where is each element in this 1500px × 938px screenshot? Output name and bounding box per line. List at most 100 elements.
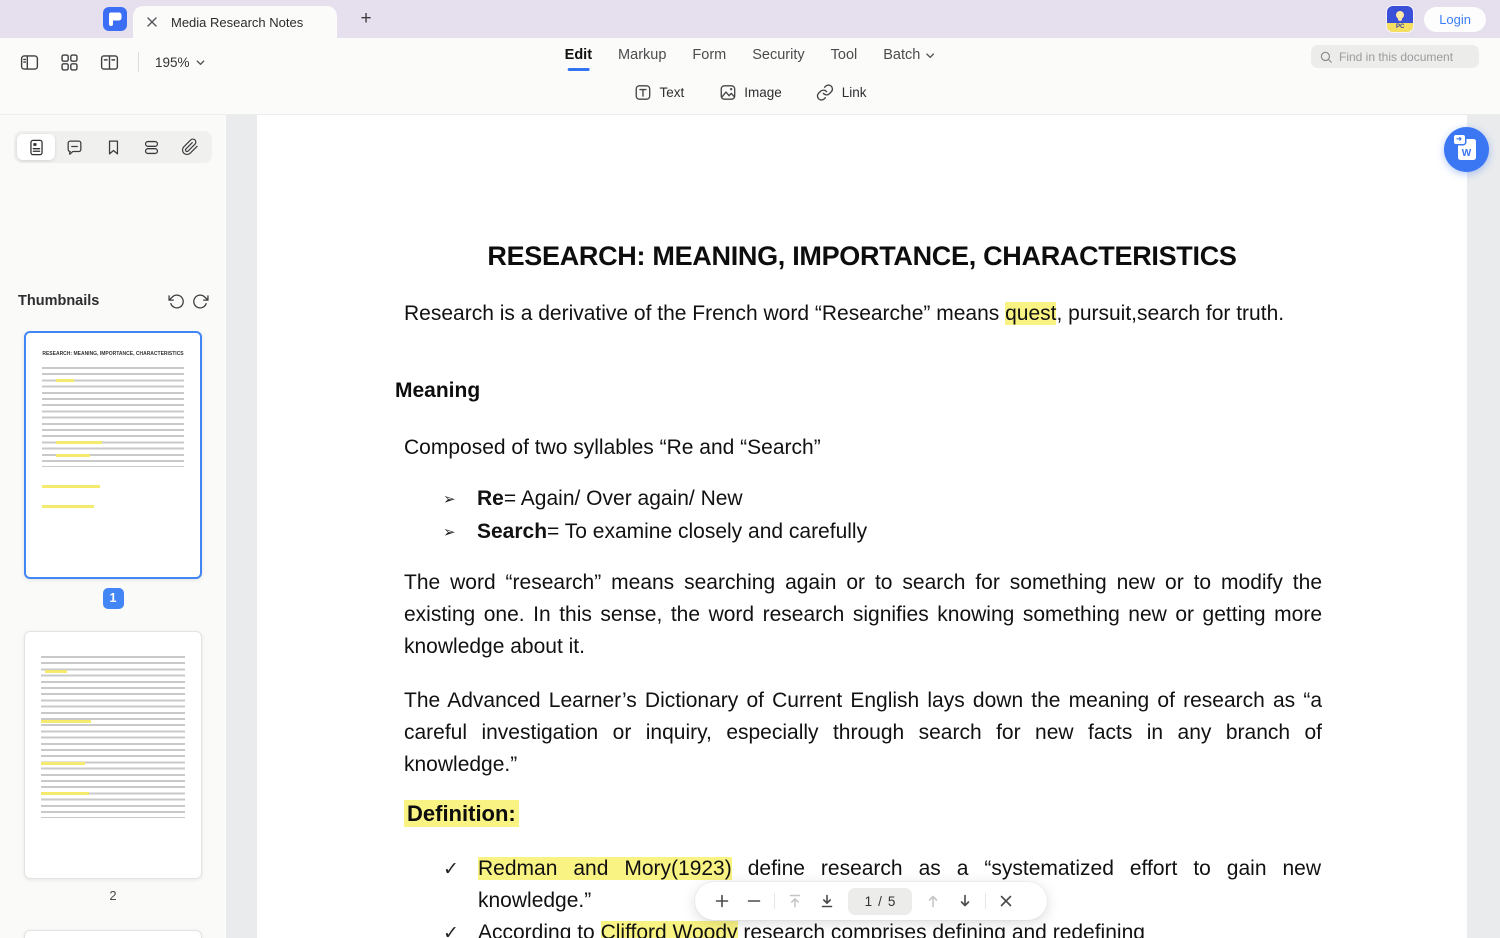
two-page-view-button[interactable]: [94, 47, 124, 77]
pager-divider: [774, 893, 775, 909]
view-controls: 195%: [14, 47, 208, 77]
attachments-panel-button[interactable]: [171, 134, 209, 160]
active-tab-underline: [567, 68, 589, 71]
link-tool-icon: [816, 83, 835, 102]
arrow-up-to-line-icon: [787, 893, 803, 909]
new-tab-button[interactable]: +: [356, 9, 376, 29]
paragraph-word-research[interactable]: The word “research” means searching agai…: [404, 567, 1322, 663]
bullet-re[interactable]: ➢ Re= Again/ Over again/ New: [443, 483, 743, 515]
app-window: Media Research Notes + PC Login 195%: [0, 0, 1500, 938]
rotate-cw-icon: [192, 293, 209, 310]
bookmarks-panel-button[interactable]: [94, 134, 132, 160]
bullet-search[interactable]: ➢ Search= To examine closely and careful…: [443, 516, 867, 548]
minus-icon: [746, 893, 762, 909]
tab-close-icon[interactable]: [145, 15, 159, 29]
tab-batch[interactable]: Batch: [883, 47, 935, 63]
main-toolbar: 195% Edit Markup Form Security Tool Batc…: [0, 38, 1500, 115]
lightbulb-icon: [1387, 6, 1413, 23]
zoom-level-dropdown[interactable]: 195%: [153, 51, 208, 74]
page-1-thumbnail[interactable]: RESEARCH: MEANING, IMPORTANCE, CHARACTER…: [24, 331, 202, 579]
close-icon: [999, 894, 1013, 908]
page-separator: /: [878, 894, 882, 909]
page-indicator[interactable]: 1 / 5: [848, 888, 912, 915]
pc-badge-label: PC: [1387, 23, 1413, 32]
page-1-number-badge: 1: [103, 588, 124, 609]
document-search[interactable]: [1311, 45, 1479, 68]
tab-edit[interactable]: Edit: [565, 47, 592, 71]
document-tab[interactable]: Media Research Notes: [133, 6, 337, 38]
toolbar-divider: [138, 52, 139, 72]
page-2-thumbnail[interactable]: [24, 631, 202, 879]
insert-link-button[interactable]: Link: [816, 83, 867, 102]
zoom-level-value: 195%: [155, 55, 190, 70]
menu-tabs: Edit Markup Form Security Tool Batch: [565, 47, 936, 71]
panel-title: Thumbnails: [18, 293, 164, 309]
bookmark-icon: [104, 138, 123, 157]
paragraph-composed[interactable]: Composed of two syllables “Re and “Searc…: [404, 432, 1322, 464]
page-3-thumbnail[interactable]: [24, 930, 202, 938]
thumbnail-preview-title: RESEARCH: MEANING, IMPORTANCE, CHARACTER…: [36, 351, 190, 357]
edit-subtools: Text Image Link: [633, 83, 866, 102]
rotate-left-button[interactable]: [164, 289, 188, 313]
thumbnail-item-3: [0, 930, 226, 938]
login-button[interactable]: Login: [1424, 7, 1486, 32]
layers-panel-button[interactable]: [132, 134, 170, 160]
arrow-bullet-icon: ➢: [443, 516, 477, 548]
first-page-button[interactable]: [780, 886, 810, 916]
sidebar: Thumbnails RESEARCH: MEANING, IMPORTANCE…: [0, 115, 226, 938]
pager-divider: [985, 893, 986, 909]
highlight-redman: Redman and Mory(1923): [478, 857, 732, 880]
thumbnail-list: RESEARCH: MEANING, IMPORTANCE, CHARACTER…: [0, 331, 226, 938]
thumbnail-item-2: 2: [0, 631, 226, 903]
sidebar-panel-switcher: [14, 131, 212, 163]
paragraph-derivative[interactable]: Research is a derivative of the French w…: [404, 298, 1322, 330]
main-area: Thumbnails RESEARCH: MEANING, IMPORTANCE…: [0, 115, 1500, 938]
thumbnails-icon: [27, 138, 46, 157]
arrow-up-icon: [925, 893, 941, 909]
heading-definition[interactable]: Definition:: [404, 801, 519, 827]
document-title[interactable]: RESEARCH: MEANING, IMPORTANCE, CHARACTER…: [257, 241, 1467, 272]
zoom-out-button[interactable]: [739, 886, 769, 916]
zoom-in-button[interactable]: [707, 886, 737, 916]
toggle-sidebar-button[interactable]: [14, 47, 44, 77]
image-tool-icon: [718, 83, 737, 102]
arrow-bullet-icon: ➢: [443, 483, 477, 515]
thumbnails-panel-button[interactable]: [17, 134, 55, 160]
floating-page-toolbar: 1 / 5: [695, 882, 1047, 920]
word-file-icon: ➜ W: [1458, 139, 1476, 160]
tab-title: Media Research Notes: [171, 15, 303, 30]
tab-tool[interactable]: Tool: [831, 47, 858, 63]
checkmark-icon: ✓: [443, 853, 478, 917]
search-input[interactable]: [1339, 50, 1471, 64]
pc-version-badge[interactable]: PC: [1387, 6, 1413, 32]
chevron-down-icon: [924, 50, 935, 61]
pdf-page-1[interactable]: RESEARCH: MEANING, IMPORTANCE, CHARACTER…: [257, 115, 1467, 938]
insert-image-button[interactable]: Image: [718, 83, 782, 102]
convert-arrow-icon: ➜: [1454, 135, 1465, 144]
tab-form[interactable]: Form: [692, 47, 726, 63]
grid-view-button[interactable]: [54, 47, 84, 77]
highlight-woody: Clifford Woody: [601, 921, 738, 938]
total-pages: 5: [888, 894, 896, 909]
comments-panel-button[interactable]: [55, 134, 93, 160]
arrow-down-icon: [957, 893, 973, 909]
rotate-right-button[interactable]: [188, 289, 212, 313]
thumbnails-panel-header: Thumbnails: [18, 289, 212, 313]
tabbar-right: PC Login: [1387, 6, 1486, 32]
convert-to-word-button[interactable]: ➜ W: [1444, 127, 1489, 172]
plus-icon: [714, 893, 730, 909]
heading-meaning[interactable]: Meaning: [395, 379, 480, 403]
insert-text-button[interactable]: Text: [633, 83, 684, 102]
tab-markup[interactable]: Markup: [618, 47, 666, 63]
current-page: 1: [865, 894, 873, 909]
rotate-ccw-icon: [168, 293, 185, 310]
paragraph-dictionary[interactable]: The Advanced Learner’s Dictionary of Cur…: [404, 685, 1322, 781]
definition-item-woody[interactable]: ✓ According to Clifford Woody research c…: [443, 917, 1321, 938]
checkmark-icon: ✓: [443, 917, 478, 938]
tab-security[interactable]: Security: [752, 47, 804, 63]
app-logo-icon[interactable]: [103, 7, 127, 31]
last-page-button[interactable]: [812, 886, 842, 916]
next-page-button[interactable]: [950, 886, 980, 916]
close-pager-button[interactable]: [991, 886, 1021, 916]
previous-page-button[interactable]: [918, 886, 948, 916]
